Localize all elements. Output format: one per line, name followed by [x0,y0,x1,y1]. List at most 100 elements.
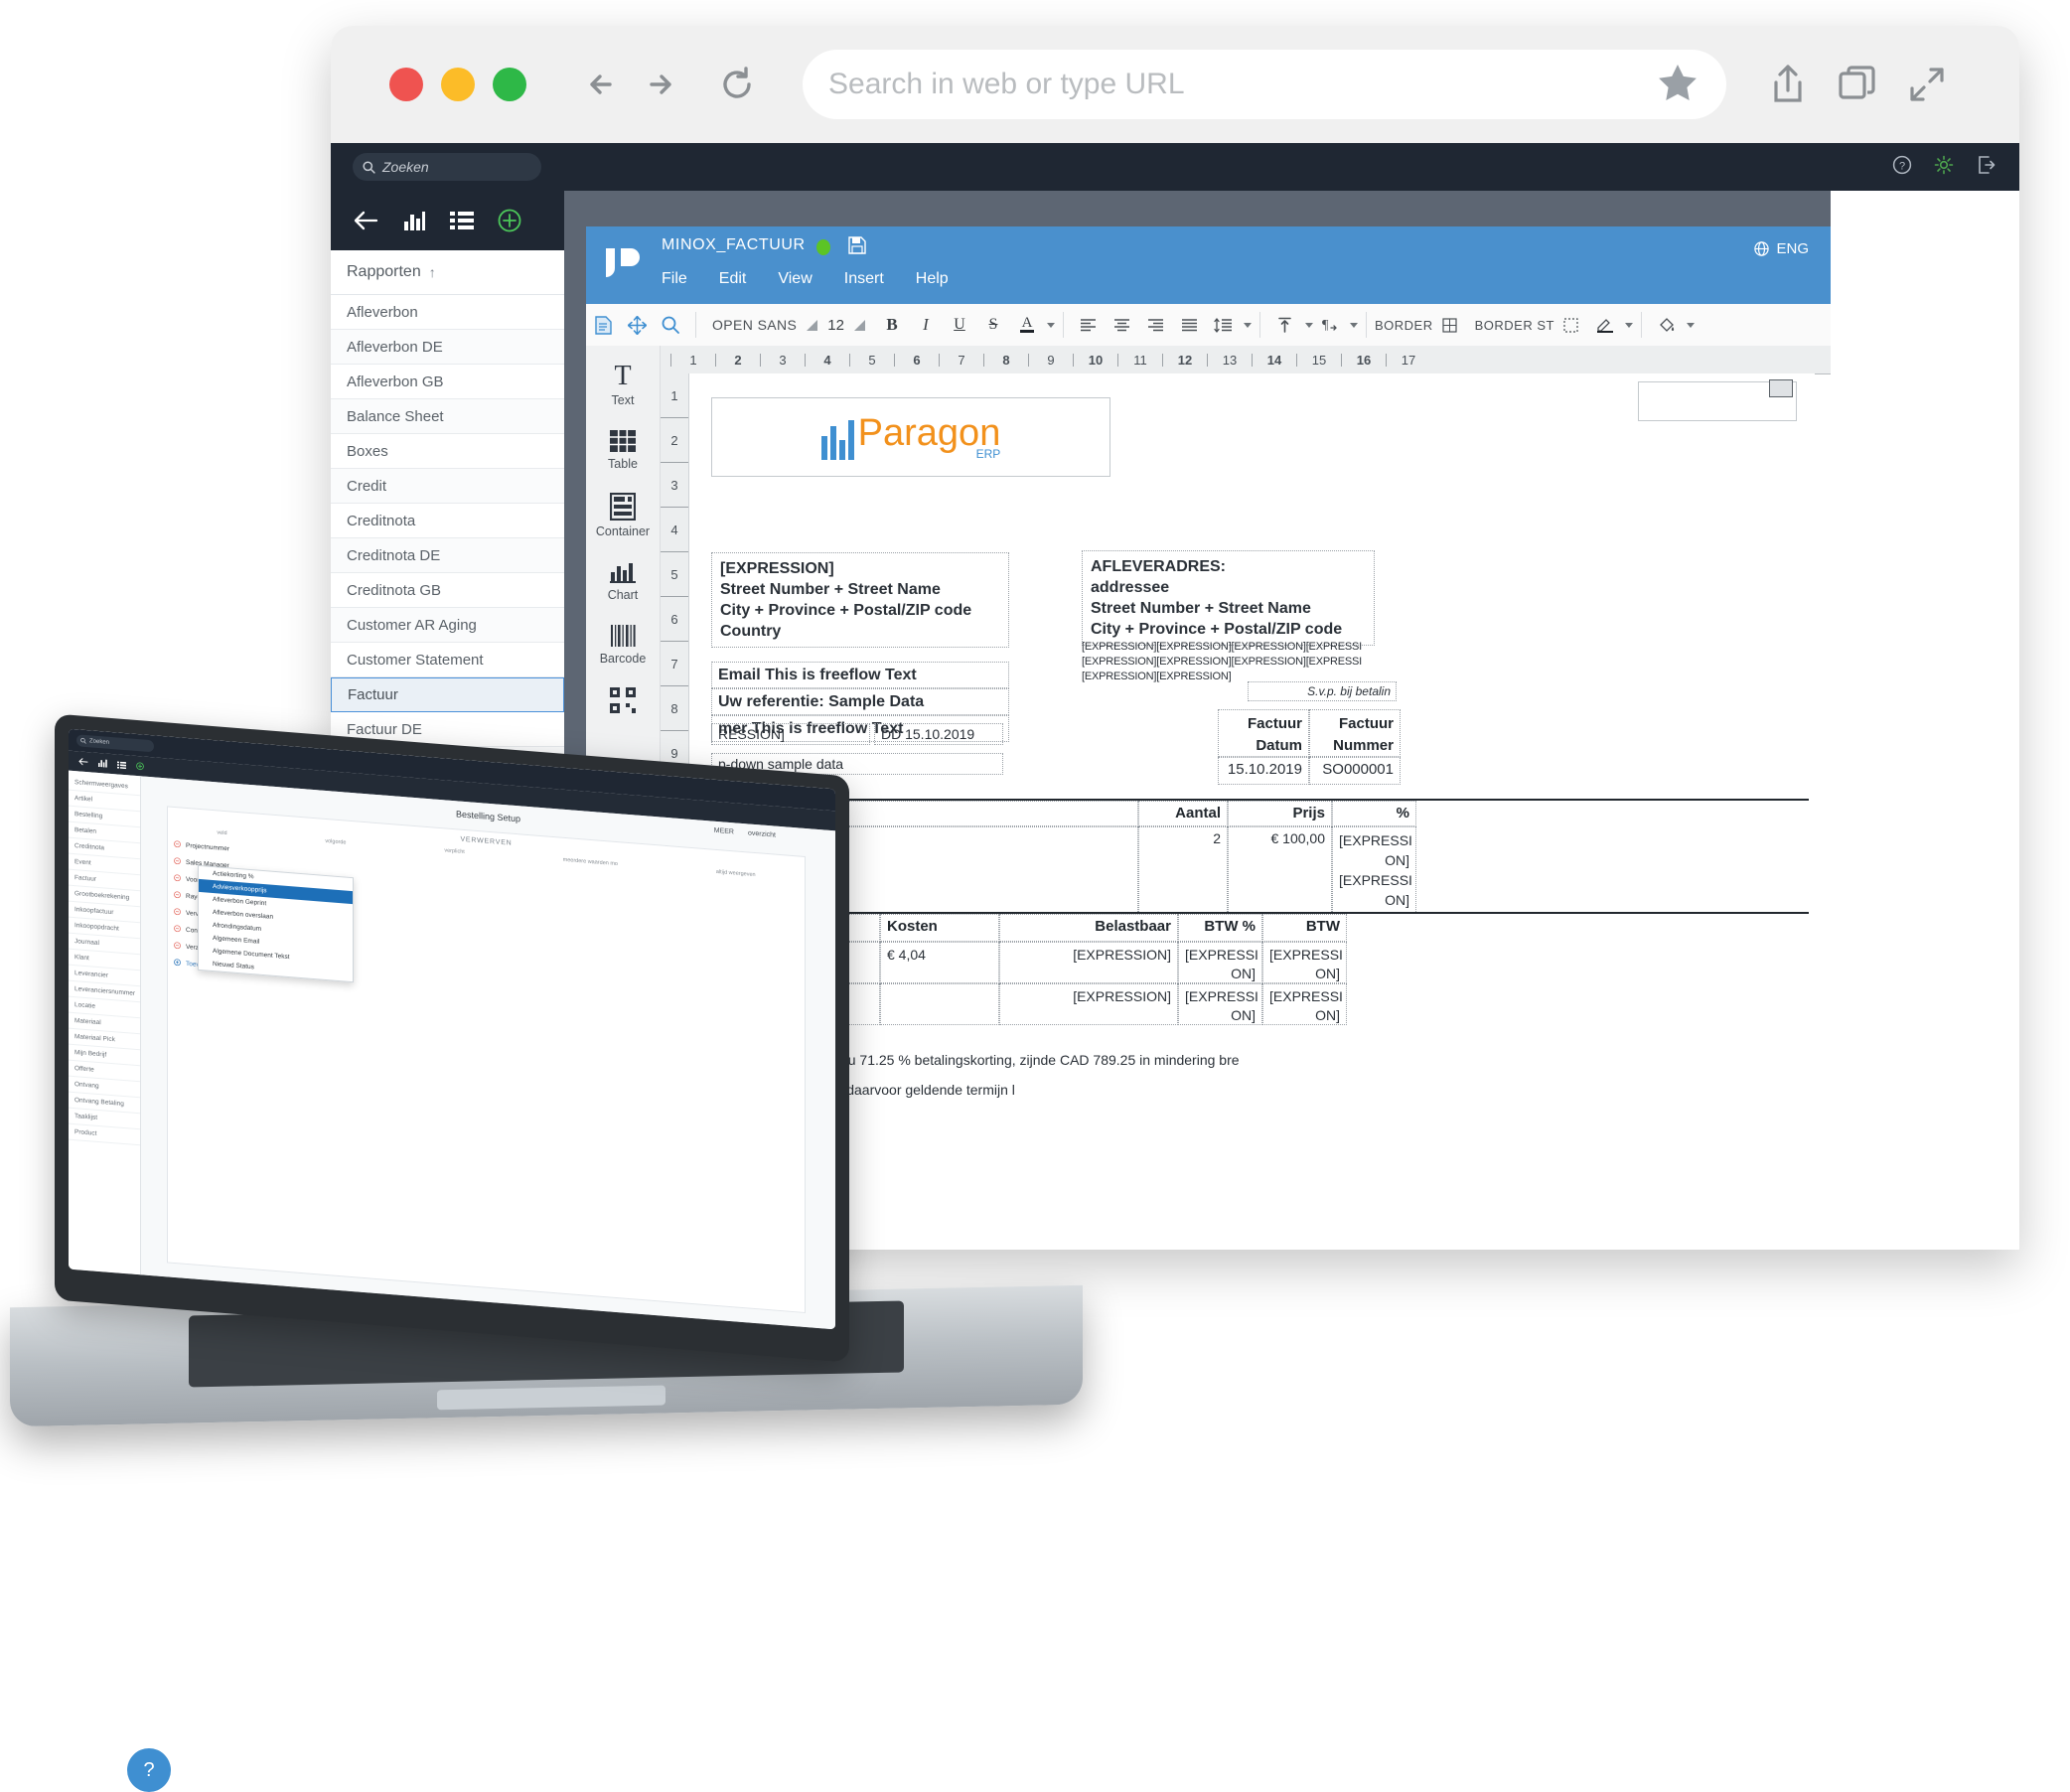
chart-icon[interactable] [402,210,426,231]
report-item-credit[interactable]: Credit [331,469,564,504]
strikethrough-button[interactable]: S [976,304,1010,346]
text-color-button[interactable]: A [1010,304,1044,346]
move-tool-icon[interactable] [620,304,654,346]
report-item-creditnota-de[interactable]: Creditnota DE [331,538,564,573]
laptop-tab[interactable]: overzicht [748,829,776,838]
border-style-button[interactable]: BORDER ST [1475,318,1554,333]
language-selector[interactable]: ENG [1754,240,1809,257]
tool-text[interactable]: T Text [586,360,660,407]
menu-item-file[interactable]: File [662,270,687,288]
report-item-afleverbon-gb[interactable]: Afleverbon GB [331,365,564,399]
back-arrow-icon[interactable] [78,752,88,771]
laptop-search-box[interactable]: Zoeken [76,734,154,753]
report-item-creditnota[interactable]: Creditnota [331,504,564,538]
tool-container[interactable]: Container [586,493,660,538]
header-widget-icon[interactable] [1769,379,1793,397]
delivery-address-block[interactable]: AFLEVERADRES: addressee Street Number + S… [1082,550,1375,646]
logo-block[interactable]: Paragon ERP [711,397,1110,477]
sender-address-block[interactable]: [EXPRESSION] Street Number + Street Name C… [711,552,1009,648]
tool-chart[interactable]: Chart [586,560,660,602]
star-icon[interactable] [1655,61,1700,109]
erp-search-input[interactable]: Zoeken [382,159,429,175]
page-setup-icon[interactable] [586,304,620,346]
help-icon[interactable]: ? [1892,155,1912,180]
report-item-balance-sheet[interactable]: Balance Sheet [331,399,564,434]
fill-color-button[interactable] [1650,304,1684,346]
tool-table[interactable]: Table [586,429,660,471]
remove-icon[interactable] [174,891,181,901]
gear-icon[interactable] [1934,155,1954,180]
align-right-button[interactable] [1139,304,1173,346]
zoom-tool-icon[interactable] [654,304,687,346]
expression-block[interactable]: [EXPRESSION][EXPRESSION][EXPRESSION][EXP… [1082,640,1390,684]
italic-button[interactable]: I [909,304,943,346]
share-icon[interactable] [1766,63,1810,106]
report-item-customer-statement[interactable]: Customer Statement [331,643,564,677]
chart-icon[interactable] [98,754,107,773]
font-size-dropdown-icon[interactable] [853,319,865,331]
list-icon[interactable] [450,211,474,230]
font-name-select[interactable]: OPEN SANS [704,317,797,333]
back-arrow-icon[interactable] [353,211,378,230]
reload-icon[interactable] [715,63,759,106]
border-button[interactable]: BORDER [1375,318,1433,333]
menu-item-view[interactable]: View [778,270,812,288]
sort-arrow-icon[interactable]: ↑ [429,264,436,280]
font-name-dropdown-icon[interactable] [807,319,818,331]
report-item-boxes[interactable]: Boxes [331,434,564,469]
date-value-field[interactable]: DD 15.10.2019 [874,723,1003,745]
fill-color-dropdown-icon[interactable] [1686,322,1695,328]
border-style-icon[interactable] [1554,304,1588,346]
bold-button[interactable]: B [875,304,909,346]
url-bar[interactable]: Search in web or type URL [803,50,1726,119]
menu-item-insert[interactable]: Insert [844,270,884,288]
url-input[interactable]: Search in web or type URL [828,68,1655,101]
report-item-customer-ar-aging[interactable]: Customer AR Aging [331,608,564,643]
remove-icon[interactable] [174,874,181,884]
report-item-factuur[interactable]: Factuur [331,677,564,712]
align-center-button[interactable] [1106,304,1139,346]
laptop-dropdown-menu[interactable]: Actiekorting % Adviesverkoopprijs Afleverb… [198,864,354,983]
vertical-align-dropdown-icon[interactable] [1304,322,1313,328]
font-size-select[interactable]: 12 [827,317,844,334]
remove-icon[interactable] [174,840,181,850]
underline-button[interactable]: U [943,304,976,346]
tabs-icon[interactable] [1836,63,1879,106]
add-icon[interactable] [136,757,144,776]
logout-icon[interactable] [1976,155,1996,180]
report-item-creditnota-gb[interactable]: Creditnota GB [331,573,564,608]
date-expression-field[interactable]: RESSION] [711,723,870,745]
help-fab-button[interactable]: ? [127,1748,171,1792]
tool-barcode[interactable]: Barcode [586,624,660,666]
menu-item-help[interactable]: Help [916,270,949,288]
remove-icon[interactable] [174,925,181,935]
remove-icon[interactable] [174,857,181,867]
border-grid-icon[interactable] [1433,304,1467,346]
report-item-afleverbon-de[interactable]: Afleverbon DE [331,330,564,365]
back-arrow-icon[interactable] [582,63,626,106]
close-window-button[interactable] [389,68,423,101]
minimize-window-button[interactable] [441,68,475,101]
list-icon[interactable] [117,755,126,774]
left-field-row[interactable]: Uw referentie: Sample Data [711,688,1009,715]
laptop-tab[interactable]: MEER [714,827,734,836]
maximize-window-button[interactable] [493,68,526,101]
remove-icon[interactable] [174,942,181,952]
report-item-afleverbon[interactable]: Afleverbon [331,295,564,330]
forward-arrow-icon[interactable] [636,63,679,106]
save-icon[interactable] [848,236,866,259]
left-field-row[interactable]: Email This is freeflow Text [711,662,1009,688]
laptop-search-input[interactable]: Zoeken [89,738,109,746]
text-direction-dropdown-icon[interactable] [1349,322,1358,328]
tool-qrcode[interactable] [586,687,660,713]
line-spacing-dropdown-icon[interactable] [1243,322,1252,328]
menu-item-edit[interactable]: Edit [719,270,747,288]
add-icon[interactable] [498,209,521,232]
text-color-dropdown-icon[interactable] [1046,322,1055,328]
remove-icon[interactable] [174,908,181,918]
fullscreen-icon[interactable] [1905,63,1949,106]
text-direction-button[interactable]: ¶ [1313,304,1347,346]
erp-search-box[interactable]: Zoeken [353,153,541,181]
line-spacing-button[interactable] [1207,304,1241,346]
align-left-button[interactable] [1072,304,1106,346]
